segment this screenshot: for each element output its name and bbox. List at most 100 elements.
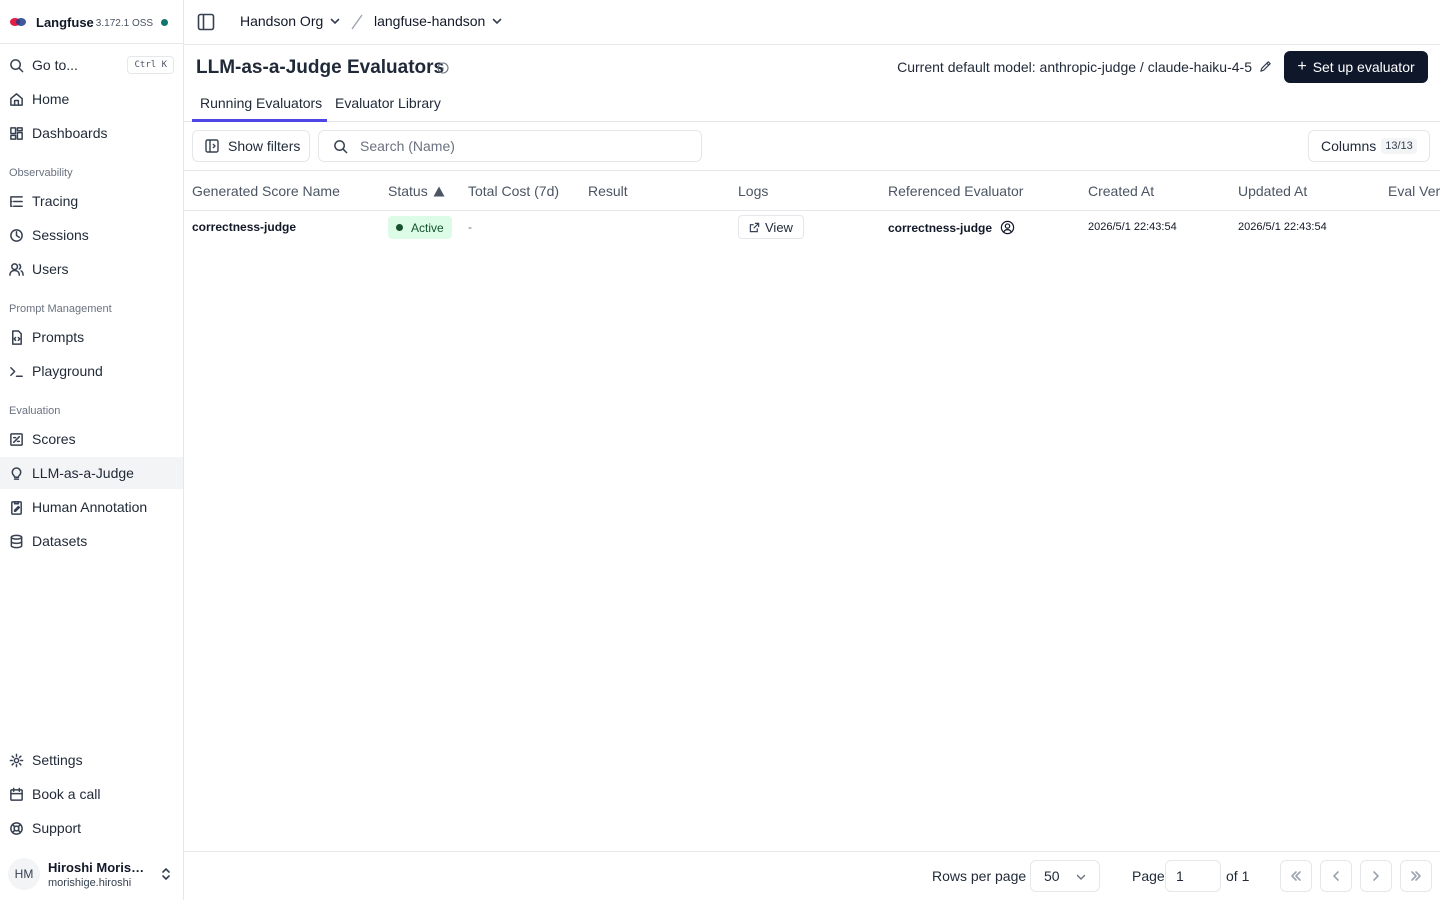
sidebar-item-label: Book a call — [32, 786, 101, 802]
columns-button[interactable]: Columns 13/13 — [1308, 130, 1430, 162]
sidebar-item-tracing[interactable]: Tracing — [0, 185, 183, 217]
page-label: Page — [1132, 868, 1165, 884]
first-page-button[interactable] — [1280, 860, 1312, 892]
goto-command[interactable]: Go to... Ctrl K — [0, 49, 183, 81]
sidebar-item-prompts[interactable]: Prompts — [0, 321, 183, 353]
sidebar-toggle-icon[interactable] — [197, 13, 215, 31]
column-header-status-label: Status — [388, 183, 428, 199]
column-header-eval-version[interactable]: Eval Vers — [1388, 183, 1440, 199]
brand-header[interactable]: Langfuse 3.172.1 OSS — [0, 0, 183, 44]
sidebar-item-label: Support — [32, 820, 82, 836]
column-header-total-cost[interactable]: Total Cost (7d) — [468, 183, 559, 199]
database-icon — [9, 534, 24, 549]
column-header-updated-at[interactable]: Updated At — [1238, 183, 1307, 199]
tabs-bar: Running Evaluators Evaluator Library — [184, 88, 1440, 122]
chevrons-left-icon — [1291, 871, 1301, 881]
rows-per-page-value: 50 — [1044, 868, 1060, 884]
user-email: morishige.hiroshi — [48, 876, 132, 889]
cell-score-name: correctness-judge — [192, 220, 297, 234]
sidebar-item-scores[interactable]: Scores — [0, 423, 183, 455]
sidebar-item-datasets[interactable]: Datasets — [0, 525, 183, 557]
last-page-button[interactable] — [1400, 860, 1432, 892]
sidebar-item-label: Scores — [32, 431, 76, 447]
group-label-prompt-management: Prompt Management — [9, 303, 112, 315]
page-title: LLM-as-a-Judge Evaluators — [196, 57, 445, 78]
sidebar-item-home[interactable]: Home — [0, 83, 183, 115]
user-menu[interactable]: HM Hiroshi Morishige morishige.hiroshi — [0, 848, 183, 900]
sidebar-item-support[interactable]: Support — [0, 812, 183, 844]
breadcrumb-org-label: Handson Org — [240, 13, 324, 29]
clock-icon — [9, 228, 24, 243]
breadcrumb-org[interactable]: Handson Org — [240, 13, 341, 29]
sidebar-item-sessions[interactable]: Sessions — [0, 219, 183, 251]
show-filters-button[interactable]: Show filters — [192, 130, 310, 162]
setup-evaluator-button[interactable]: + Set up evaluator — [1284, 51, 1428, 83]
info-icon[interactable] — [437, 62, 449, 74]
gear-icon — [9, 753, 24, 768]
brand-name: Langfuse — [36, 14, 94, 30]
external-link-icon — [749, 222, 760, 232]
sidebar-item-label: Tracing — [32, 193, 79, 209]
filter-panel-icon — [205, 139, 219, 153]
column-header-result[interactable]: Result — [588, 183, 628, 199]
sidebar-item-llm-as-a-judge[interactable]: LLM-as-a-Judge — [0, 457, 183, 489]
setup-evaluator-label: Set up evaluator — [1312, 59, 1415, 75]
avatar: HM — [8, 858, 40, 890]
brand-version: 3.172.1 OSS — [95, 18, 154, 29]
langfuse-logo-icon — [10, 16, 28, 28]
home-icon — [9, 92, 24, 107]
view-logs-button[interactable]: View — [738, 215, 804, 239]
column-header-referenced-evaluator[interactable]: Referenced Evaluator — [888, 183, 1023, 199]
sidebar-item-playground[interactable]: Playground — [0, 355, 183, 387]
rows-per-page-select[interactable]: 50 — [1030, 860, 1100, 892]
cell-updated-at: 2026/5/1 22:43:54 — [1238, 221, 1327, 233]
sidebar-item-dashboards[interactable]: Dashboards — [0, 117, 183, 149]
sidebar-item-label: Prompts — [32, 329, 85, 345]
sidebar: Langfuse 3.172.1 OSS Go to... Ctrl K Hom… — [0, 0, 184, 900]
topbar: Handson Org langfuse-handson — [184, 0, 1440, 45]
column-header-status[interactable]: Status — [388, 183, 445, 199]
columns-label: Columns — [1321, 138, 1377, 154]
column-header-score-name[interactable]: Generated Score Name — [192, 183, 340, 199]
list-tree-icon — [9, 194, 24, 209]
tab-active-indicator — [192, 119, 327, 122]
sidebar-item-label: Home — [32, 91, 70, 107]
sidebar-item-label: LLM-as-a-Judge — [32, 465, 134, 481]
breadcrumb-slash-icon — [351, 14, 363, 30]
column-header-created-at[interactable]: Created At — [1088, 183, 1154, 199]
show-filters-label: Show filters — [228, 138, 301, 154]
search-icon — [334, 139, 348, 153]
sidebar-item-settings[interactable]: Settings — [0, 744, 183, 776]
breadcrumb-project[interactable]: langfuse-handson — [374, 13, 503, 29]
sidebar-item-human-annotation[interactable]: Human Annotation — [0, 491, 183, 523]
chevron-left-icon — [1333, 871, 1339, 881]
chevron-down-icon — [493, 18, 502, 25]
chevron-down-icon — [330, 18, 340, 25]
plus-icon: + — [1297, 58, 1307, 75]
breadcrumb-project-label: langfuse-handson — [374, 13, 486, 29]
search-box[interactable] — [318, 130, 702, 162]
status-dot-icon — [396, 224, 403, 231]
group-label-observability: Observability — [9, 167, 73, 179]
cell-referenced-evaluator[interactable]: correctness-judge — [888, 220, 1015, 235]
pencil-icon[interactable] — [1259, 60, 1272, 73]
user-name: Hiroshi Morishige — [48, 859, 152, 875]
chevrons-right-icon — [1411, 871, 1421, 881]
search-input[interactable] — [360, 138, 680, 154]
status-dot-icon — [161, 18, 169, 26]
scores-icon — [9, 432, 24, 447]
sidebar-item-label: Sessions — [32, 227, 89, 243]
chevron-up-down-icon — [162, 868, 170, 880]
column-header-logs[interactable]: Logs — [738, 183, 768, 199]
page-number-input[interactable] — [1165, 860, 1221, 892]
tab-evaluator-library[interactable]: Evaluator Library — [335, 95, 441, 111]
sidebar-item-users[interactable]: Users — [0, 253, 183, 285]
next-page-button[interactable] — [1360, 860, 1392, 892]
sidebar-item-book-call[interactable]: Book a call — [0, 778, 183, 810]
calendar-icon — [9, 787, 24, 802]
tab-running-evaluators[interactable]: Running Evaluators — [200, 95, 322, 111]
page-total-label: of 1 — [1226, 868, 1250, 884]
view-logs-label: View — [765, 219, 793, 235]
status-badge-label: Active — [411, 220, 444, 235]
previous-page-button[interactable] — [1320, 860, 1352, 892]
